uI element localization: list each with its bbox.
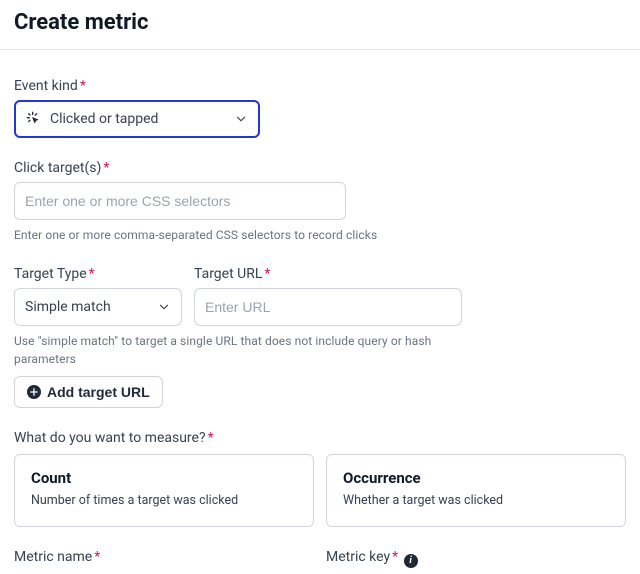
measure-option-desc: Whether a target was clicked xyxy=(343,493,609,508)
required-asterisk: * xyxy=(94,549,100,565)
target-type-value: Simple match xyxy=(25,299,111,315)
event-kind-label: Event kind* xyxy=(14,78,626,94)
click-targets-label: Click target(s)* xyxy=(14,160,626,176)
required-asterisk: * xyxy=(80,78,86,94)
click-icon xyxy=(26,111,42,127)
required-asterisk: * xyxy=(392,549,398,565)
plus-circle-icon xyxy=(27,385,41,399)
chevron-down-icon xyxy=(234,112,248,126)
click-targets-help: Enter one or more comma-separated CSS se… xyxy=(14,226,626,244)
info-icon[interactable]: i xyxy=(404,554,418,568)
add-target-url-button[interactable]: Add target URL xyxy=(14,376,163,408)
measure-option-title: Occurrence xyxy=(343,469,609,487)
target-type-help: Use "simple match" to target a single UR… xyxy=(14,332,434,368)
required-asterisk: * xyxy=(89,266,95,282)
metric-key-label: Metric key* i xyxy=(326,549,626,568)
add-target-url-label: Add target URL xyxy=(47,384,150,400)
page-title: Create metric xyxy=(14,10,626,35)
required-asterisk: * xyxy=(103,160,109,176)
target-type-label: Target Type* xyxy=(14,266,182,282)
chevron-down-icon xyxy=(157,300,171,314)
event-kind-value: Clicked or tapped xyxy=(50,111,158,127)
measure-option-title: Count xyxy=(31,469,297,487)
target-type-select[interactable]: Simple match xyxy=(14,288,182,326)
click-targets-input[interactable] xyxy=(14,182,346,220)
event-kind-select[interactable]: Clicked or tapped xyxy=(14,100,260,138)
required-asterisk: * xyxy=(264,266,270,282)
measure-label: What do you want to measure?* xyxy=(14,430,626,446)
target-url-input[interactable] xyxy=(194,288,462,326)
divider xyxy=(0,49,640,50)
measure-option-occurrence[interactable]: Occurrence Whether a target was clicked xyxy=(326,454,626,527)
metric-name-label: Metric name* xyxy=(14,549,314,565)
required-asterisk: * xyxy=(208,430,214,446)
target-url-label: Target URL* xyxy=(194,266,462,282)
measure-option-count[interactable]: Count Number of times a target was click… xyxy=(14,454,314,527)
measure-option-desc: Number of times a target was clicked xyxy=(31,493,297,508)
